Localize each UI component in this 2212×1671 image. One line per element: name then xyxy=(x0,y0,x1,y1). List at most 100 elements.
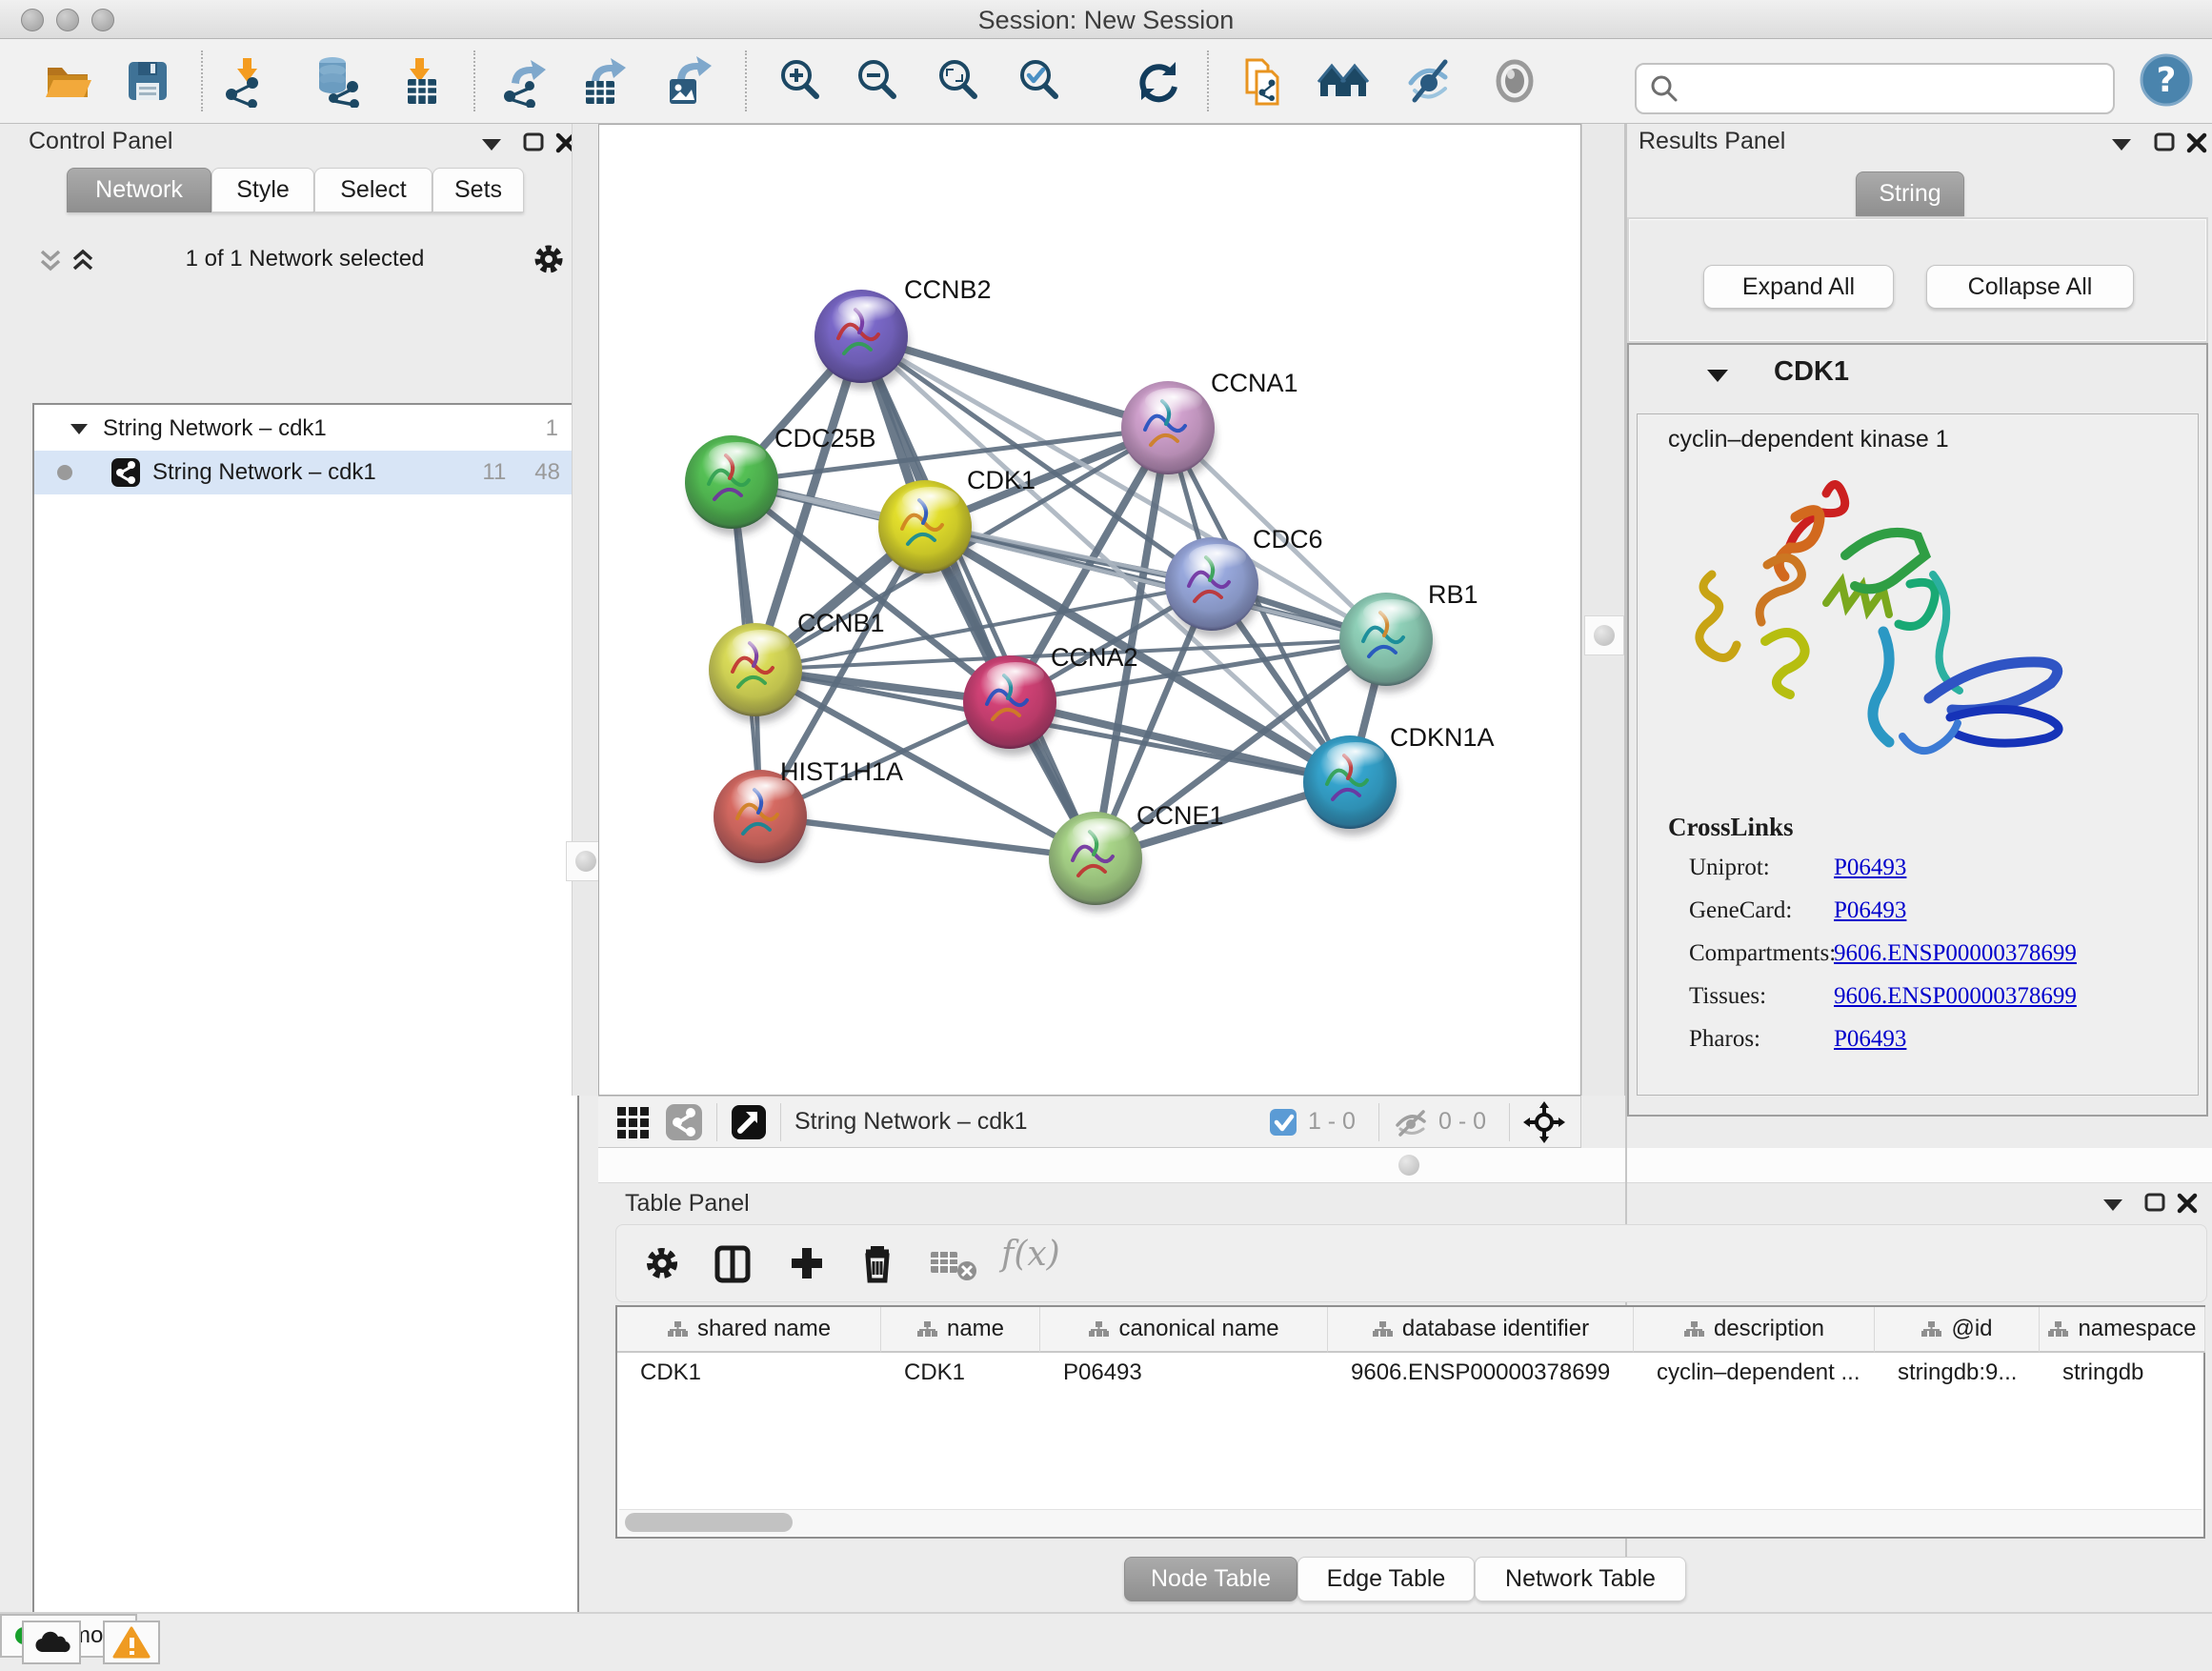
network-node-CCNE1[interactable] xyxy=(1049,812,1143,912)
table-cell[interactable]: stringdb:9... xyxy=(1875,1353,2040,1393)
network-node-CDC25B[interactable] xyxy=(685,435,779,535)
table-cell[interactable]: P06493 xyxy=(1040,1353,1328,1393)
close-panel-icon[interactable] xyxy=(2176,1192,2208,1218)
network-node-CCNA2[interactable] xyxy=(963,655,1057,755)
formula-builder-icon[interactable]: f(x) xyxy=(1001,1235,1060,1274)
cloud-button[interactable] xyxy=(22,1621,81,1664)
clone-network-icon[interactable] xyxy=(1236,54,1289,108)
string-network-graph[interactable]: CCNB2CCNA1CDC25BCDK1CDC6RB1CCNB1CCNA2CDK… xyxy=(599,125,1580,1095)
crosslink-label: Tissues: xyxy=(1689,983,1834,1010)
tab-sets[interactable]: Sets xyxy=(432,168,524,212)
collapse-all-button[interactable]: Collapse All xyxy=(1926,265,2134,309)
table-settings-gear-icon[interactable] xyxy=(643,1244,681,1282)
maximize-panel-icon[interactable] xyxy=(2143,1192,2176,1218)
float-panel-icon[interactable] xyxy=(2100,1194,2132,1220)
network-collection-row[interactable]: String Network – cdk1 1 xyxy=(34,407,577,451)
zoom-fit-icon[interactable] xyxy=(932,54,985,108)
open-session-icon[interactable] xyxy=(40,54,93,108)
section-collapse-triangle-icon[interactable] xyxy=(1705,366,1730,385)
hidden-eye-icon[interactable] xyxy=(1393,1108,1429,1137)
expand-all-button[interactable]: Expand All xyxy=(1703,265,1894,309)
network-node-CDKN1A[interactable] xyxy=(1303,735,1398,836)
maximize-panel-icon[interactable] xyxy=(522,131,554,158)
show-graphics-icon[interactable] xyxy=(1488,54,1541,108)
gene-name[interactable]: CDK1 xyxy=(1774,356,1849,388)
column-header-shared-name[interactable]: shared name xyxy=(617,1307,881,1353)
column-header-name[interactable]: name xyxy=(881,1307,1040,1353)
show-columns-icon[interactable] xyxy=(712,1242,754,1284)
scrollbar-thumb[interactable] xyxy=(625,1513,793,1532)
expand-all-icon[interactable] xyxy=(69,246,101,272)
float-panel-icon[interactable] xyxy=(478,133,511,160)
crosslink-link[interactable]: 9606.ENSP00000378699 xyxy=(1834,983,2077,1009)
search-field[interactable] xyxy=(1635,63,2115,114)
grid-view-icon[interactable] xyxy=(615,1105,650,1139)
network-node-RB1[interactable] xyxy=(1339,593,1434,693)
crosslink-link[interactable]: P06493 xyxy=(1834,1026,1906,1052)
network-edge-HIST1H1A-CCNE1[interactable] xyxy=(760,816,1096,858)
pan-crosshair-icon[interactable] xyxy=(1523,1101,1565,1143)
table-cell[interactable]: CDK1 xyxy=(617,1353,881,1393)
table-cell[interactable]: stringdb xyxy=(2040,1353,2205,1393)
network-row[interactable]: String Network – cdk1 11 48 xyxy=(34,451,577,494)
window-title: Session: New Session xyxy=(0,6,2212,35)
selected-checkbox-icon[interactable] xyxy=(1268,1107,1298,1137)
maximize-panel-icon[interactable] xyxy=(2153,131,2185,158)
delete-column-trash-icon[interactable] xyxy=(856,1240,898,1284)
help-icon[interactable]: ? xyxy=(2140,53,2193,107)
column-header-label: canonical name xyxy=(1118,1316,1278,1342)
network-canvas[interactable]: CCNB2CCNA1CDC25BCDK1CDC6RB1CCNB1CCNA2CDK… xyxy=(598,124,1581,1096)
birds-eye-view-icon[interactable] xyxy=(731,1104,767,1140)
search-input[interactable] xyxy=(1688,74,2113,103)
tab-string[interactable]: String xyxy=(1856,171,1964,216)
tab-network[interactable]: Network xyxy=(67,168,211,212)
export-image-icon[interactable] xyxy=(660,54,714,108)
crosslink-link[interactable]: 9606.ENSP00000378699 xyxy=(1834,940,2077,966)
tab-select[interactable]: Select xyxy=(314,168,432,212)
hide-unhide-icon[interactable] xyxy=(1403,54,1457,108)
tab-node-table[interactable]: Node Table xyxy=(1124,1557,1297,1601)
warning-button[interactable] xyxy=(103,1621,160,1664)
create-column-icon[interactable] xyxy=(786,1242,828,1284)
right-splitter-handle[interactable] xyxy=(1584,615,1624,655)
left-splitter[interactable] xyxy=(572,124,600,1096)
column-header-description[interactable]: description xyxy=(1634,1307,1875,1353)
network-type-icon[interactable] xyxy=(665,1103,703,1141)
table-cell[interactable]: CDK1 xyxy=(881,1353,1040,1393)
tab-edge-table[interactable]: Edge Table xyxy=(1297,1557,1475,1601)
network-node-CDC6[interactable] xyxy=(1165,537,1259,637)
table-cell[interactable]: cyclin–dependent ... xyxy=(1634,1353,1875,1393)
column-header-database-identifier[interactable]: database identifier xyxy=(1328,1307,1634,1353)
tab-network-table[interactable]: Network Table xyxy=(1475,1557,1686,1601)
refresh-icon[interactable] xyxy=(1132,54,1185,108)
save-session-icon[interactable] xyxy=(121,54,174,108)
export-table-icon[interactable] xyxy=(576,54,630,108)
table-horizontal-scrollbar[interactable] xyxy=(619,1509,2202,1535)
import-table-file-icon[interactable] xyxy=(392,54,446,108)
crosslink-link[interactable]: P06493 xyxy=(1834,897,1906,923)
float-panel-icon[interactable] xyxy=(2108,133,2141,160)
column-header--id[interactable]: @id xyxy=(1875,1307,2040,1353)
zoom-out-icon[interactable] xyxy=(851,54,904,108)
collapse-all-icon[interactable] xyxy=(36,246,69,272)
table-cell[interactable]: 9606.ENSP00000378699 xyxy=(1328,1353,1634,1393)
zoom-in-icon[interactable] xyxy=(774,54,827,108)
home-networks-icon[interactable] xyxy=(1317,54,1370,108)
zoom-selected-icon[interactable] xyxy=(1013,54,1066,108)
import-network-file-icon[interactable] xyxy=(220,54,273,108)
network-node-CDK1[interactable] xyxy=(878,480,973,580)
delete-table-icon[interactable] xyxy=(929,1248,978,1282)
export-network-icon[interactable] xyxy=(498,54,552,108)
warning-icon xyxy=(112,1626,151,1659)
column-header-namespace[interactable]: namespace xyxy=(2040,1307,2205,1353)
import-network-database-icon[interactable] xyxy=(312,54,365,108)
network-node-CCNA1[interactable] xyxy=(1121,381,1216,481)
crosslink-link[interactable]: P06493 xyxy=(1834,855,1906,880)
tab-style[interactable]: Style xyxy=(211,168,314,212)
collapse-triangle-icon[interactable] xyxy=(69,420,90,437)
network-options-gear-icon[interactable] xyxy=(532,242,564,269)
column-header-canonical-name[interactable]: canonical name xyxy=(1040,1307,1328,1353)
right-splitter[interactable] xyxy=(1581,124,1625,1096)
network-node-CCNB1[interactable] xyxy=(709,623,803,723)
close-panel-icon[interactable] xyxy=(2185,131,2212,158)
